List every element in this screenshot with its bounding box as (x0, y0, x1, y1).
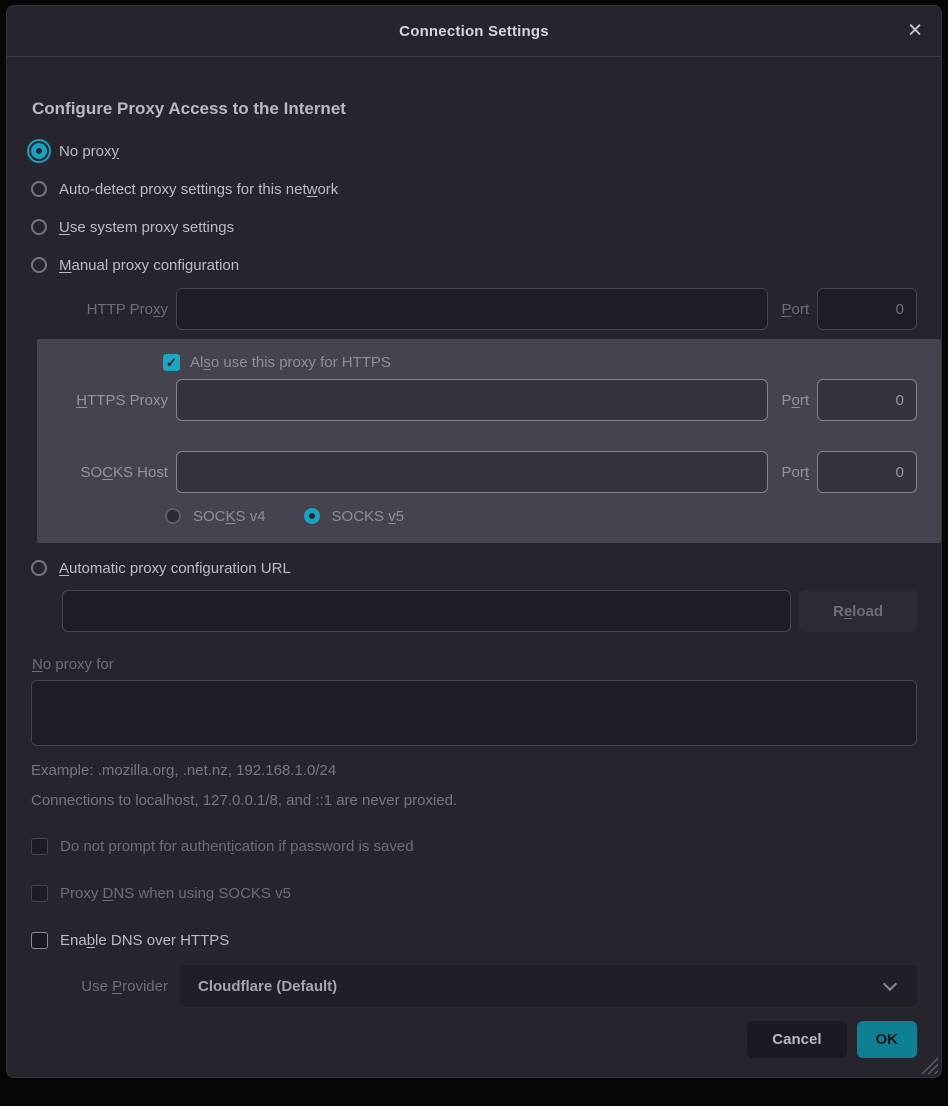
no-proxy-radio[interactable] (31, 143, 47, 159)
socks-v4-radio[interactable] (165, 508, 181, 524)
socks-port-label: Port (776, 464, 809, 481)
use-proxy-for-https-row: ✓ Also use this proxy for HTTPS (163, 345, 917, 379)
checkmark-icon: ✓ (166, 356, 177, 369)
no-proxy-for-label: No proxy for (32, 656, 917, 673)
cancel-button[interactable]: Cancel (747, 1021, 846, 1058)
system-proxy-label[interactable]: Use system proxy settings (59, 219, 234, 236)
close-icon[interactable]: ✕ (907, 22, 923, 41)
dialog-titlebar: Connection Settings ✕ (7, 6, 941, 57)
no-prompt-auth-checkbox[interactable] (31, 838, 48, 855)
system-proxy-radio[interactable] (31, 219, 47, 235)
http-proxy-row: HTTP Proxy Port (31, 288, 917, 330)
http-port-label: Port (776, 301, 809, 318)
page-background: Connection Settings ✕ Configure Proxy Ac… (0, 0, 948, 1106)
doh-checkbox[interactable] (31, 932, 48, 949)
localhost-note-text: Connections to localhost, 127.0.0.1/8, a… (31, 792, 917, 809)
socks-host-label: SOCKS Host (37, 464, 168, 481)
doh-label[interactable]: Enable DNS over HTTPS (60, 932, 229, 949)
auto-url-label[interactable]: Automatic proxy configuration URL (59, 560, 291, 577)
socks-port-input[interactable] (817, 451, 917, 493)
https-proxy-row: HTTPS Proxy Port (37, 379, 917, 421)
socks-v5-radio[interactable] (304, 508, 320, 524)
manual-proxy-label[interactable]: Manual proxy configuration (59, 257, 239, 274)
no-prompt-auth-row: Do not prompt for authentication if pass… (31, 836, 917, 856)
socks-host-input[interactable] (176, 451, 768, 493)
https-proxy-label: HTTPS Proxy (37, 392, 168, 409)
dialog-title: Connection Settings (399, 23, 549, 40)
chevron-down-icon (883, 977, 897, 991)
no-proxy-example-text: Example: .mozilla.org, .net.nz, 192.168.… (31, 762, 917, 779)
radio-row-no-proxy: No proxy (31, 132, 917, 170)
resize-grip-icon[interactable] (921, 1057, 938, 1074)
proxy-dns-label[interactable]: Proxy DNS when using SOCKS v5 (60, 885, 291, 902)
auto-url-radio[interactable] (31, 560, 47, 576)
manual-proxy-radio[interactable] (31, 257, 47, 273)
radio-row-manual-proxy: Manual proxy configuration (31, 246, 917, 284)
http-port-input[interactable] (817, 288, 917, 330)
provider-row: Use Provider Cloudflare (Default) (31, 965, 917, 1007)
auto-detect-label[interactable]: Auto-detect proxy settings for this netw… (59, 181, 338, 198)
use-proxy-for-https-checkbox[interactable]: ✓ (163, 354, 180, 371)
socks-version-row: SOCKS v4 SOCKS v5 (165, 505, 917, 527)
doh-row: Enable DNS over HTTPS (31, 930, 917, 950)
no-proxy-label[interactable]: No proxy (59, 143, 119, 160)
radio-row-auto-url: Automatic proxy configuration URL (31, 549, 917, 587)
https-port-input[interactable] (817, 379, 917, 421)
connection-settings-dialog: Connection Settings ✕ Configure Proxy Ac… (6, 5, 942, 1078)
highlighted-section: ✓ Also use this proxy for HTTPS HTTPS Pr… (37, 339, 941, 543)
use-proxy-for-https-label[interactable]: Also use this proxy for HTTPS (190, 354, 391, 371)
provider-label: Use Provider (31, 978, 168, 995)
reload-button[interactable]: Reload (799, 590, 917, 632)
socks-v5-label[interactable]: SOCKS v5 (332, 508, 405, 525)
dialog-content: Configure Proxy Access to the Internet N… (7, 57, 941, 1058)
proxy-dns-checkbox[interactable] (31, 885, 48, 902)
proxy-dns-row: Proxy DNS when using SOCKS v5 (31, 883, 917, 903)
auto-url-input[interactable] (62, 590, 791, 632)
radio-row-auto-detect: Auto-detect proxy settings for this netw… (31, 170, 917, 208)
http-proxy-label: HTTP Proxy (31, 301, 168, 318)
ok-button[interactable]: OK (857, 1021, 918, 1058)
http-proxy-input[interactable] (176, 288, 768, 330)
section-heading: Configure Proxy Access to the Internet (32, 99, 917, 119)
no-proxy-for-textarea[interactable] (31, 680, 917, 746)
auto-url-row: Reload (62, 590, 917, 632)
socks-host-row: SOCKS Host Port (37, 451, 917, 493)
socks-v4-label[interactable]: SOCKS v4 (193, 508, 266, 525)
auto-detect-radio[interactable] (31, 181, 47, 197)
https-proxy-input[interactable] (176, 379, 768, 421)
https-port-label: Port (776, 392, 809, 409)
radio-row-system-proxy: Use system proxy settings (31, 208, 917, 246)
provider-select[interactable]: Cloudflare (Default) (180, 965, 917, 1007)
no-prompt-auth-label[interactable]: Do not prompt for authentication if pass… (60, 838, 414, 855)
spacer (37, 421, 917, 451)
provider-selected-value: Cloudflare (Default) (198, 978, 337, 995)
dialog-footer: Cancel OK (31, 1021, 917, 1058)
